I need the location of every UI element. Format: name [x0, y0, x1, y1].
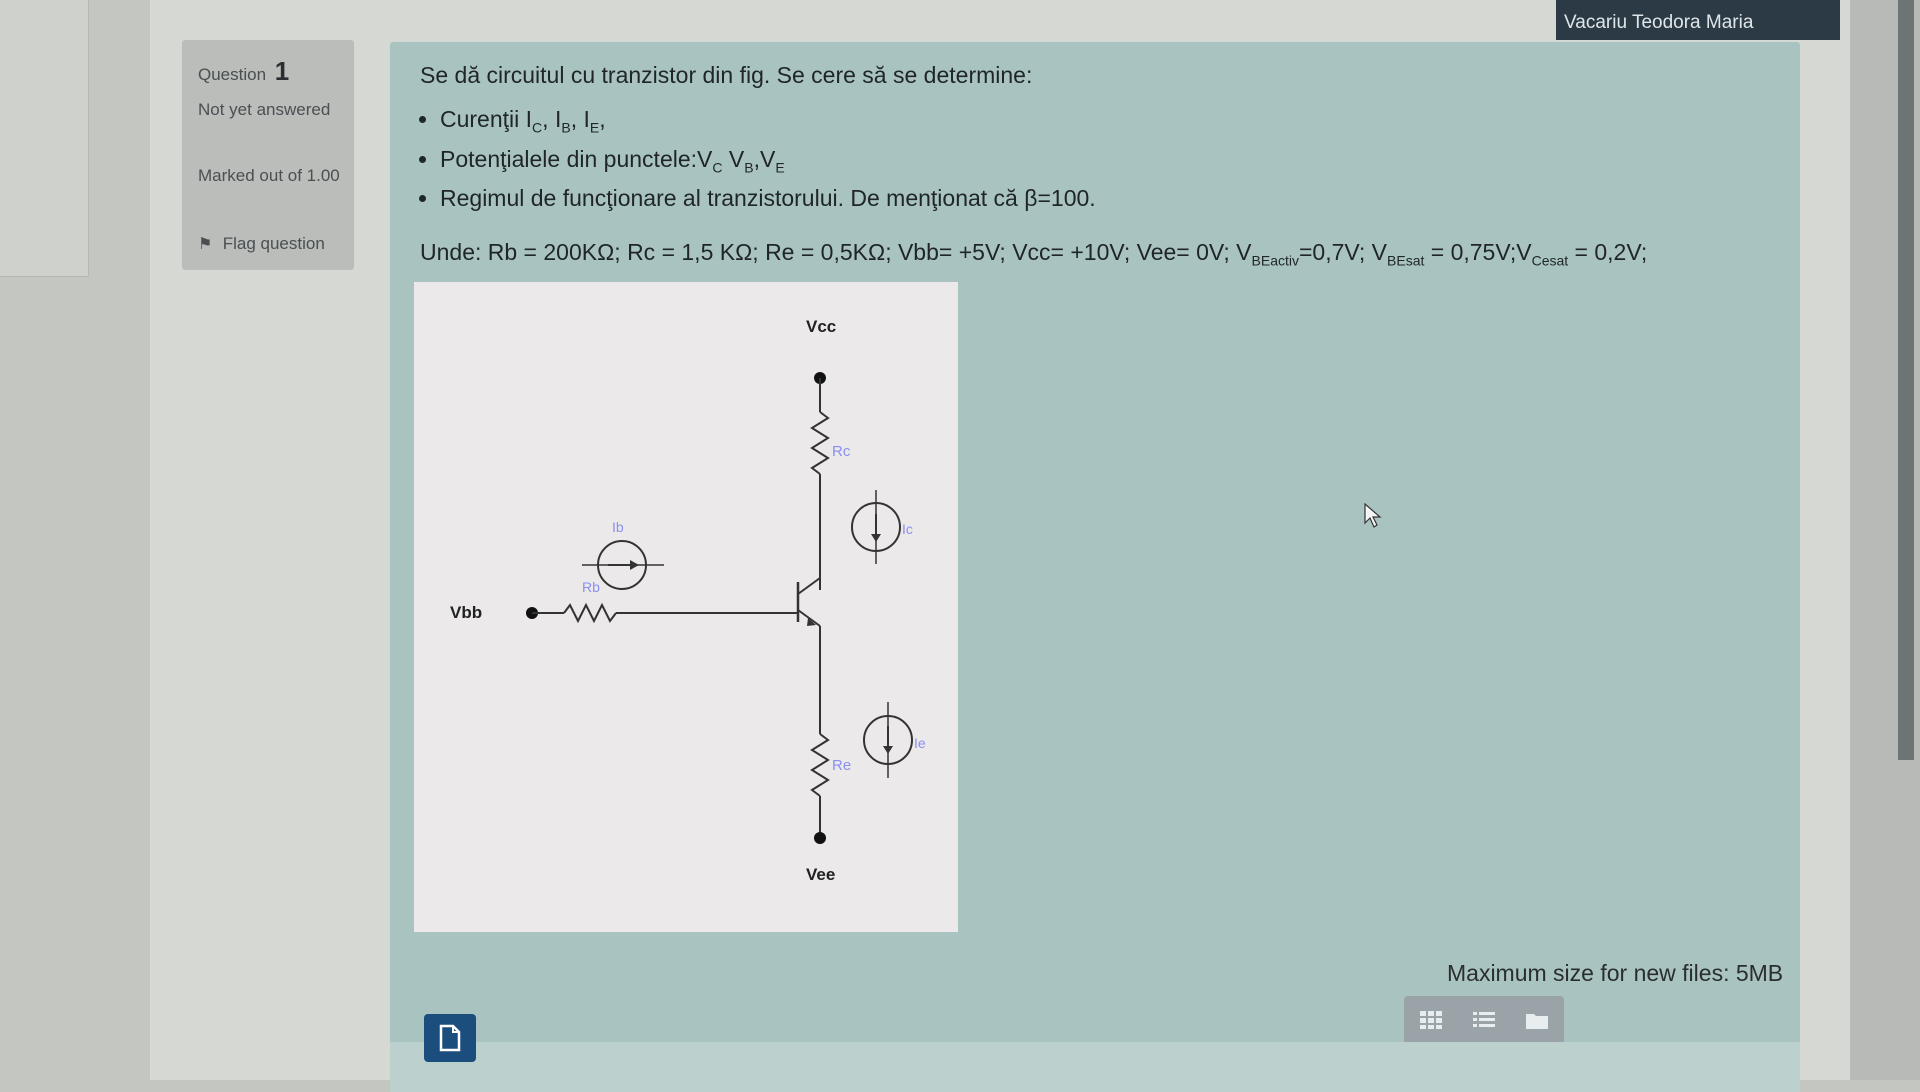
- ie-label: Ie: [914, 735, 926, 751]
- add-file-button[interactable]: [424, 1014, 476, 1062]
- vbb-label: Vbb: [450, 603, 482, 622]
- rc-resistor: [810, 411, 830, 475]
- list-item: Curenţii IC, IB, IE,: [440, 106, 1096, 136]
- sub: B: [744, 159, 754, 176]
- re-resistor: [810, 733, 830, 797]
- text: = 0,75V;V: [1424, 239, 1532, 265]
- list-item: Potenţialele din punctele:VC VB,VE: [440, 146, 1096, 176]
- text: Curenţii I: [440, 106, 533, 132]
- ic-label: Ic: [902, 521, 913, 537]
- text: Unde: Rb = 200KΩ; Rc = 1,5 KΩ; Re = 0,5K…: [420, 239, 1252, 265]
- text: =0,7V; V: [1299, 239, 1388, 265]
- folder-view-button[interactable]: [1519, 1004, 1555, 1036]
- ib-label: Ib: [612, 519, 624, 535]
- video-tile: Vacariu Teodora Maria: [1556, 0, 1840, 40]
- text: Potenţialele din punctele:V: [440, 145, 713, 172]
- text: V: [722, 145, 745, 172]
- question-status: Not yet answered: [198, 100, 331, 119]
- folder-icon: [1526, 1014, 1549, 1029]
- re-label: Re: [832, 757, 851, 774]
- question-info: Question 1 Not yet answered Marked out o…: [182, 40, 354, 270]
- flag-question-link[interactable]: ⚑ Flag question: [198, 234, 325, 254]
- sub: E: [589, 119, 600, 136]
- text: Regimul de funcţionare al tranzistorului…: [440, 185, 1096, 212]
- text: , I: [570, 106, 590, 132]
- video-participant-name: Vacariu Teodora Maria: [1564, 12, 1754, 33]
- sub: BEactiv: [1251, 252, 1299, 269]
- rb-resistor: [563, 602, 617, 624]
- sub: C: [712, 159, 723, 176]
- scrollbar[interactable]: [1898, 0, 1914, 760]
- grid-icon: [1419, 1011, 1442, 1029]
- text: , I: [542, 106, 562, 132]
- question-params: Unde: Rb = 200KΩ; Rc = 1,5 KΩ; Re = 0,5K…: [420, 239, 1647, 269]
- question-marks: Marked out of 1.00: [198, 166, 340, 185]
- sub: Cesat: [1531, 252, 1569, 269]
- sub: C: [532, 119, 543, 136]
- question-intro: Se dă circuitul cu tranzistor din fig. S…: [420, 62, 1033, 88]
- flag-question-label: Flag question: [222, 234, 325, 253]
- ib-arrow: [630, 560, 639, 570]
- file-icon: [439, 1024, 461, 1052]
- vee-terminal: [814, 832, 826, 844]
- text: ,V: [753, 145, 776, 172]
- list-icon: [1472, 1012, 1495, 1027]
- ic-arrow: [871, 534, 881, 542]
- max-file-size: Maximum size for new files: 5MB: [1447, 960, 1784, 986]
- text: ,: [599, 106, 606, 132]
- question-label: Question: [198, 65, 267, 84]
- circuit-svg: Vcc Vee Vbb Rc Re Rb Ib Ic Ie: [450, 317, 926, 884]
- sub: E: [775, 159, 785, 176]
- left-column: [0, 0, 89, 277]
- text: = 0,2V;: [1568, 239, 1648, 265]
- question-number: 1: [274, 56, 290, 86]
- mouse-cursor-icon: [1364, 502, 1382, 534]
- vee-label: Vee: [806, 865, 835, 884]
- question-content: Se dă circuitul cu tranzistor din fig. S…: [390, 42, 1800, 1092]
- circuit-diagram: Vcc Vee Vbb Rc Re Rb Ib Ic Ie: [414, 282, 958, 932]
- ie-arrow: [883, 746, 893, 754]
- file-upload-area[interactable]: [390, 1042, 1800, 1092]
- sub: BEsat: [1387, 252, 1425, 269]
- list-item: Regimul de funcţionare al tranzistorului…: [440, 185, 1096, 212]
- grid-view-button[interactable]: [1413, 1004, 1449, 1036]
- file-manager-toolbar: [1404, 996, 1564, 1044]
- transistor-collector: [797, 577, 821, 595]
- flag-icon: ⚑: [198, 236, 213, 253]
- list-view-button[interactable]: [1466, 1004, 1502, 1036]
- question-list: Curenţii IC, IB, IE, Potenţialele din pu…: [420, 106, 1096, 222]
- rb-label: Rb: [582, 579, 600, 595]
- rc-label: Rc: [832, 443, 851, 460]
- question-heading: Question 1: [198, 56, 289, 87]
- sub: B: [561, 119, 571, 136]
- vcc-label: Vcc: [806, 317, 836, 336]
